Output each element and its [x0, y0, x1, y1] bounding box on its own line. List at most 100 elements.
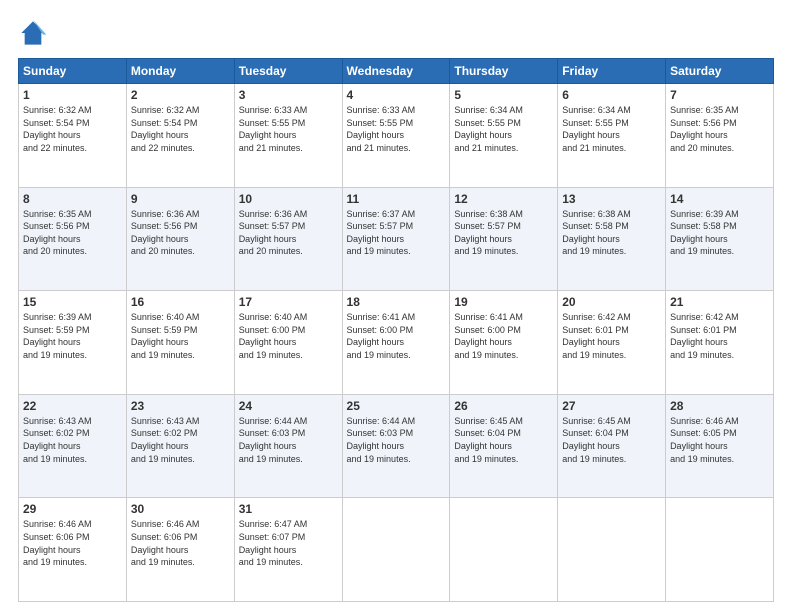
day-number: 4 — [347, 88, 446, 102]
weekday-header-row: Sunday Monday Tuesday Wednesday Thursday… — [19, 59, 774, 84]
col-saturday: Saturday — [666, 59, 774, 84]
table-row — [450, 498, 558, 602]
day-info: Sunrise: 6:40 AMSunset: 6:00 PMDaylight … — [239, 312, 308, 360]
table-row: 10 Sunrise: 6:36 AMSunset: 5:57 PMDayligh… — [234, 187, 342, 291]
col-tuesday: Tuesday — [234, 59, 342, 84]
table-row: 14 Sunrise: 6:39 AMSunset: 5:58 PMDayligh… — [666, 187, 774, 291]
day-info: Sunrise: 6:39 AMSunset: 5:59 PMDaylight … — [23, 312, 92, 360]
day-number: 2 — [131, 88, 230, 102]
day-number: 1 — [23, 88, 122, 102]
day-number: 8 — [23, 192, 122, 206]
table-row: 13 Sunrise: 6:38 AMSunset: 5:58 PMDayligh… — [558, 187, 666, 291]
day-info: Sunrise: 6:46 AMSunset: 6:06 PMDaylight … — [23, 519, 92, 567]
day-number: 24 — [239, 399, 338, 413]
day-info: Sunrise: 6:38 AMSunset: 5:58 PMDaylight … — [562, 209, 631, 257]
day-number: 19 — [454, 295, 553, 309]
logo — [18, 18, 54, 48]
day-info: Sunrise: 6:36 AMSunset: 5:56 PMDaylight … — [131, 209, 200, 257]
day-info: Sunrise: 6:47 AMSunset: 6:07 PMDaylight … — [239, 519, 308, 567]
table-row: 6Sunrise: 6:34 AMSunset: 5:55 PMDaylight… — [558, 84, 666, 188]
day-info: Sunrise: 6:34 AMSunset: 5:55 PMDaylight … — [454, 105, 523, 153]
day-info: Sunrise: 6:36 AMSunset: 5:57 PMDaylight … — [239, 209, 308, 257]
day-number: 31 — [239, 502, 338, 516]
day-number: 12 — [454, 192, 553, 206]
table-row: 29 Sunrise: 6:46 AMSunset: 6:06 PMDayligh… — [19, 498, 127, 602]
table-row: 8 Sunrise: 6:35 AMSunset: 5:56 PMDaylight… — [19, 187, 127, 291]
day-info: Sunrise: 6:44 AMSunset: 6:03 PMDaylight … — [239, 416, 308, 464]
day-info: Sunrise: 6:32 AMSunset: 5:54 PMDaylight … — [23, 105, 92, 153]
day-number: 21 — [670, 295, 769, 309]
table-row: 18Sunrise: 6:41 AMSunset: 6:00 PMDayligh… — [342, 291, 450, 395]
table-row: 20 Sunrise: 6:42 AMSunset: 6:01 PMDayligh… — [558, 291, 666, 395]
day-info: Sunrise: 6:43 AMSunset: 6:02 PMDaylight … — [23, 416, 92, 464]
day-number: 7 — [670, 88, 769, 102]
day-info: Sunrise: 6:33 AMSunset: 5:55 PMDaylight … — [239, 105, 308, 153]
table-row: 24 Sunrise: 6:44 AMSunset: 6:03 PMDayligh… — [234, 394, 342, 498]
col-friday: Friday — [558, 59, 666, 84]
day-info: Sunrise: 6:42 AMSunset: 6:01 PMDaylight … — [562, 312, 631, 360]
day-info: Sunrise: 6:45 AMSunset: 6:04 PMDaylight … — [562, 416, 631, 464]
day-number: 14 — [670, 192, 769, 206]
day-info: Sunrise: 6:39 AMSunset: 5:58 PMDaylight … — [670, 209, 739, 257]
day-info: Sunrise: 6:45 AMSunset: 6:04 PMDaylight … — [454, 416, 523, 464]
table-row: 1 Sunrise: 6:32 AMSunset: 5:54 PMDaylight… — [19, 84, 127, 188]
day-number: 3 — [239, 88, 338, 102]
day-info: Sunrise: 6:38 AMSunset: 5:57 PMDaylight … — [454, 209, 523, 257]
calendar-week-2: 8 Sunrise: 6:35 AMSunset: 5:56 PMDaylight… — [19, 187, 774, 291]
col-wednesday: Wednesday — [342, 59, 450, 84]
col-monday: Monday — [126, 59, 234, 84]
col-thursday: Thursday — [450, 59, 558, 84]
day-number: 13 — [562, 192, 661, 206]
table-row: 7 Sunrise: 6:35 AMSunset: 5:56 PMDaylight… — [666, 84, 774, 188]
day-info: Sunrise: 6:35 AMSunset: 5:56 PMDaylight … — [23, 209, 92, 257]
table-row — [342, 498, 450, 602]
table-row: 26 Sunrise: 6:45 AMSunset: 6:04 PMDayligh… — [450, 394, 558, 498]
table-row: 5Sunrise: 6:34 AMSunset: 5:55 PMDaylight… — [450, 84, 558, 188]
day-number: 29 — [23, 502, 122, 516]
day-info: Sunrise: 6:37 AMSunset: 5:57 PMDaylight … — [347, 209, 416, 257]
day-info: Sunrise: 6:44 AMSunset: 6:03 PMDaylight … — [347, 416, 416, 464]
table-row: 12 Sunrise: 6:38 AMSunset: 5:57 PMDayligh… — [450, 187, 558, 291]
table-row: 22 Sunrise: 6:43 AMSunset: 6:02 PMDayligh… — [19, 394, 127, 498]
day-number: 25 — [347, 399, 446, 413]
day-info: Sunrise: 6:42 AMSunset: 6:01 PMDaylight … — [670, 312, 739, 360]
table-row: 23 Sunrise: 6:43 AMSunset: 6:02 PMDayligh… — [126, 394, 234, 498]
day-number: 18 — [347, 295, 446, 309]
day-number: 6 — [562, 88, 661, 102]
calendar-week-5: 29 Sunrise: 6:46 AMSunset: 6:06 PMDayligh… — [19, 498, 774, 602]
table-row: 27Sunrise: 6:45 AMSunset: 6:04 PMDayligh… — [558, 394, 666, 498]
day-number: 16 — [131, 295, 230, 309]
table-row: 19Sunrise: 6:41 AMSunset: 6:00 PMDayligh… — [450, 291, 558, 395]
table-row — [666, 498, 774, 602]
table-row: 15 Sunrise: 6:39 AMSunset: 5:59 PMDayligh… — [19, 291, 127, 395]
table-row: 2 Sunrise: 6:32 AMSunset: 5:54 PMDaylight… — [126, 84, 234, 188]
table-row: 21 Sunrise: 6:42 AMSunset: 6:01 PMDayligh… — [666, 291, 774, 395]
day-info: Sunrise: 6:35 AMSunset: 5:56 PMDaylight … — [670, 105, 739, 153]
day-info: Sunrise: 6:46 AMSunset: 6:06 PMDaylight … — [131, 519, 200, 567]
table-row: 3 Sunrise: 6:33 AMSunset: 5:55 PMDaylight… — [234, 84, 342, 188]
page: Sunday Monday Tuesday Wednesday Thursday… — [0, 0, 792, 612]
table-row: 17Sunrise: 6:40 AMSunset: 6:00 PMDayligh… — [234, 291, 342, 395]
day-number: 10 — [239, 192, 338, 206]
day-number: 15 — [23, 295, 122, 309]
day-number: 23 — [131, 399, 230, 413]
day-info: Sunrise: 6:40 AMSunset: 5:59 PMDaylight … — [131, 312, 200, 360]
table-row: 28 Sunrise: 6:46 AMSunset: 6:05 PMDayligh… — [666, 394, 774, 498]
table-row: 25 Sunrise: 6:44 AMSunset: 6:03 PMDayligh… — [342, 394, 450, 498]
calendar-week-3: 15 Sunrise: 6:39 AMSunset: 5:59 PMDayligh… — [19, 291, 774, 395]
day-number: 20 — [562, 295, 661, 309]
table-row: 11 Sunrise: 6:37 AMSunset: 5:57 PMDayligh… — [342, 187, 450, 291]
table-row: 4 Sunrise: 6:33 AMSunset: 5:55 PMDaylight… — [342, 84, 450, 188]
day-number: 9 — [131, 192, 230, 206]
day-number: 26 — [454, 399, 553, 413]
day-number: 11 — [347, 192, 446, 206]
calendar-week-4: 22 Sunrise: 6:43 AMSunset: 6:02 PMDayligh… — [19, 394, 774, 498]
day-info: Sunrise: 6:46 AMSunset: 6:05 PMDaylight … — [670, 416, 739, 464]
day-info: Sunrise: 6:43 AMSunset: 6:02 PMDaylight … — [131, 416, 200, 464]
day-number: 30 — [131, 502, 230, 516]
day-info: Sunrise: 6:33 AMSunset: 5:55 PMDaylight … — [347, 105, 416, 153]
day-number: 22 — [23, 399, 122, 413]
day-info: Sunrise: 6:32 AMSunset: 5:54 PMDaylight … — [131, 105, 200, 153]
day-number: 28 — [670, 399, 769, 413]
col-sunday: Sunday — [19, 59, 127, 84]
